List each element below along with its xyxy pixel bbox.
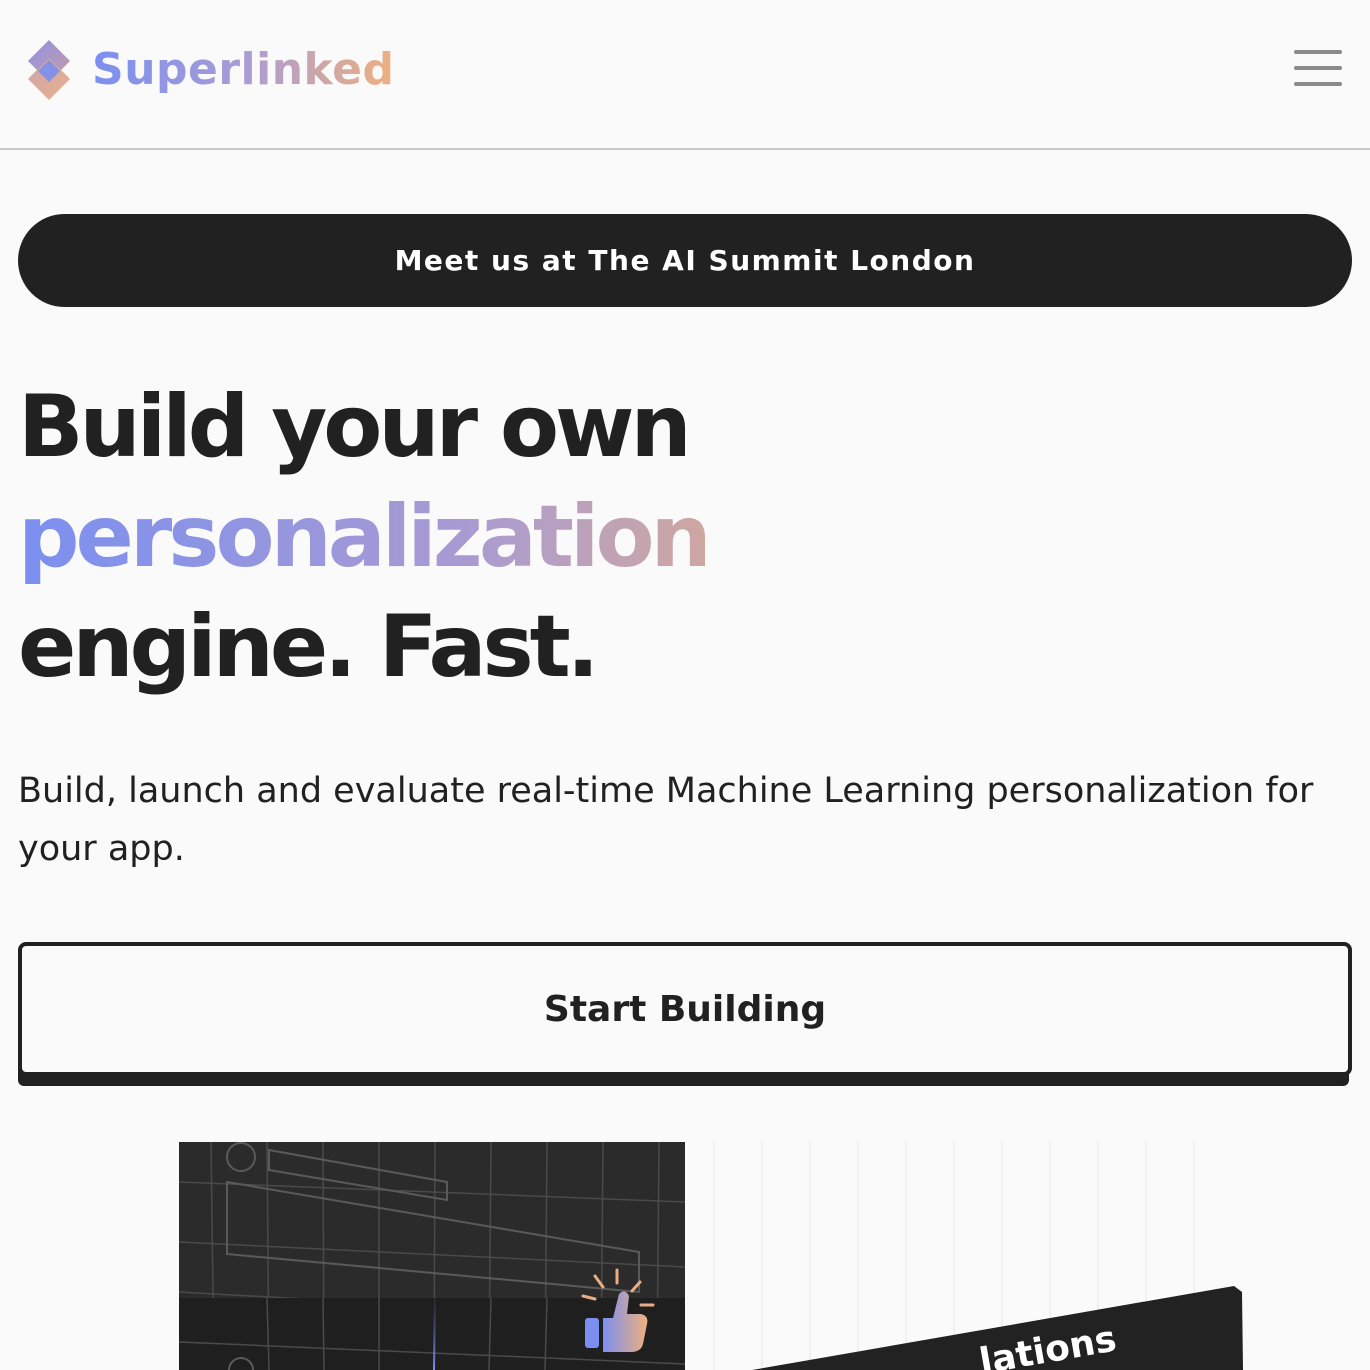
recommendations-card-illustration: lations: [712, 1142, 1272, 1370]
grid-illustration: [179, 1142, 685, 1370]
page: Superlinked Meet us at The AI Summit Lon…: [0, 0, 1370, 1370]
brand-logo-link[interactable]: Superlinked: [24, 38, 394, 102]
site-header: Superlinked: [0, 0, 1370, 150]
hero-title-line-3: engine. Fast.: [18, 597, 599, 697]
illustration-right: lations: [712, 1142, 1272, 1370]
hamburger-menu-icon[interactable]: [1294, 50, 1344, 90]
hero-title: Build your own personalization engine. F…: [18, 372, 1018, 702]
superlinked-diamond-icon: [28, 40, 70, 100]
hero-title-line-1: Build your own: [18, 377, 692, 477]
event-banner-link[interactable]: Meet us at The AI Summit London: [18, 214, 1352, 307]
menu-line: [1294, 50, 1342, 54]
brand-name: Superlinked: [92, 38, 394, 102]
illustration-left: [179, 1142, 685, 1370]
hero-title-highlight: personalization: [18, 482, 1018, 592]
hero-subtitle: Build, launch and evaluate real-time Mac…: [18, 771, 1314, 869]
menu-line: [1294, 66, 1342, 70]
start-building-button[interactable]: Start Building: [18, 942, 1352, 1076]
menu-line: [1294, 82, 1342, 86]
